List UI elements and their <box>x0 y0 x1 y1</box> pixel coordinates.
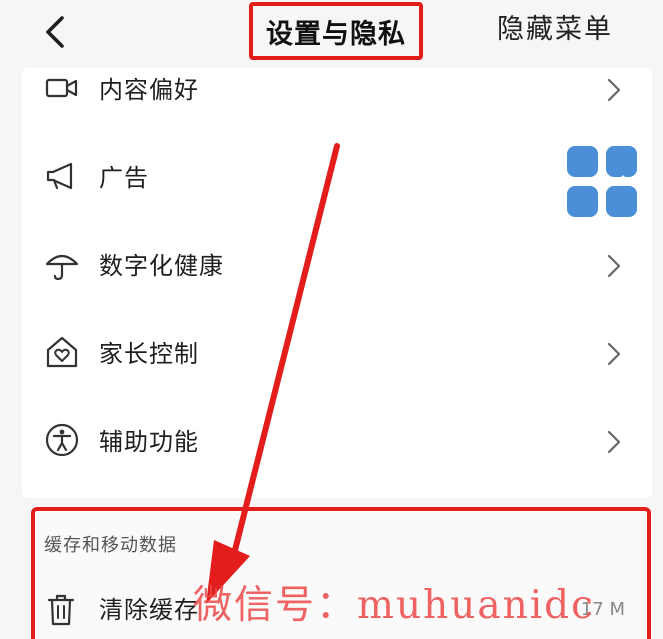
list-item-digital-wellbeing[interactable]: 数字化健康 <box>22 222 652 310</box>
list-item-label: 内容偏好 <box>99 76 199 104</box>
chevron-right-icon <box>607 430 621 454</box>
home-heart-icon <box>46 336 78 368</box>
video-camera-icon <box>45 78 78 98</box>
page-title: 设置与隐私 <box>266 18 406 50</box>
list-item-label: 数字化健康 <box>99 252 224 280</box>
accessibility-icon <box>45 423 79 457</box>
chevron-right-icon <box>607 254 621 278</box>
settings-list: 内容偏好 广告 数字化健康 家长控制 辅助功能 <box>22 68 652 498</box>
trash-icon <box>47 594 75 626</box>
app-grid-icon <box>567 146 637 217</box>
list-item-label: 广告 <box>99 164 149 192</box>
section-header-cache: 缓存和移动数据 <box>44 535 177 556</box>
list-item-label: 辅助功能 <box>99 428 199 456</box>
settings-privacy-screen: 设置与隐私 隐藏菜单 内容偏好 广告 数字化健康 家长控制 辅助功能 缓存和移动… <box>0 0 663 639</box>
list-item-accessibility[interactable]: 辅助功能 <box>22 398 652 486</box>
list-item-parental-controls[interactable]: 家长控制 <box>22 310 652 398</box>
chevron-right-icon <box>607 342 621 366</box>
watermark-text: 微信号：muhuanidc <box>193 583 595 628</box>
chevron-right-icon <box>607 78 621 102</box>
list-item-content-preferences[interactable]: 内容偏好 <box>22 46 652 134</box>
umbrella-icon <box>45 254 79 281</box>
megaphone-icon <box>46 162 73 190</box>
clear-cache-label: 清除缓存 <box>99 596 199 624</box>
list-item-ads[interactable]: 广告 <box>22 134 652 222</box>
list-item-label: 家长控制 <box>99 340 199 368</box>
